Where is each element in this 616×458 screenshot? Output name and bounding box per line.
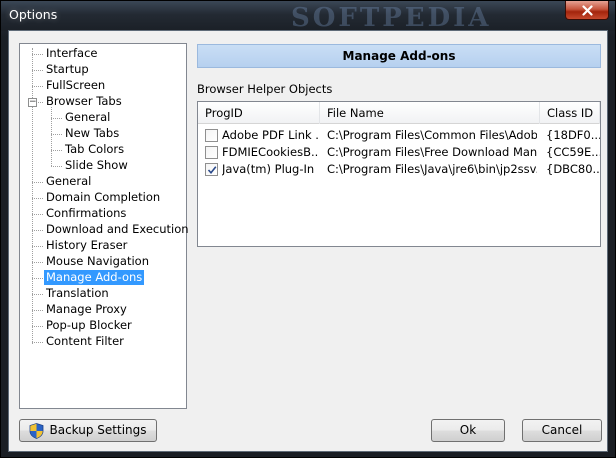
dialog-client-area: Interface Startup FullScreen Browser Tabs Ge… bbox=[8, 30, 608, 452]
tree-item-download-and-execution[interactable]: Download and Execution bbox=[44, 222, 191, 237]
close-button[interactable] bbox=[565, 1, 609, 20]
tree-item-startup[interactable]: Startup bbox=[44, 62, 91, 77]
cell-progid: Adobe PDF Link ... bbox=[222, 128, 318, 142]
cell-classid: {DBC80... bbox=[546, 162, 600, 176]
column-header-classid[interactable]: Class ID bbox=[540, 102, 600, 124]
tree-item-content-filter[interactable]: Content Filter bbox=[44, 334, 126, 349]
cell-classid: {18DF0... bbox=[546, 128, 600, 142]
tree-connector bbox=[32, 278, 43, 279]
tree-item-fullscreen[interactable]: FullScreen bbox=[44, 78, 107, 93]
tree-connector bbox=[51, 134, 62, 135]
tree-item-history-eraser[interactable]: History Eraser bbox=[44, 238, 129, 253]
tree-item-confirmations[interactable]: Confirmations bbox=[44, 206, 128, 221]
cell-progid: Java(tm) Plug-In ... bbox=[222, 162, 318, 176]
cell-file: C:\Program Files\Free Download Mana... bbox=[327, 145, 537, 159]
tree-connector bbox=[32, 198, 43, 199]
panel-header: Manage Add-ons bbox=[197, 44, 601, 68]
enable-checkbox[interactable] bbox=[205, 129, 218, 142]
table-row[interactable]: Java(tm) Plug-In ... C:\Program Files\Jav… bbox=[198, 161, 600, 178]
tree-item-pop-up-blocker[interactable]: Pop-up Blocker bbox=[44, 318, 134, 333]
tree-item-domain-completion[interactable]: Domain Completion bbox=[44, 190, 162, 205]
listview-header: ProgID File Name Class ID bbox=[198, 102, 600, 124]
column-header-filename[interactable]: File Name bbox=[320, 102, 540, 124]
bho-group-label: Browser Helper Objects bbox=[197, 82, 333, 96]
tree-item-general[interactable]: General bbox=[44, 174, 93, 189]
cell-file: C:\Program Files\Java\jre6\bin\jp2ssv.dl… bbox=[327, 162, 537, 176]
title-bar[interactable]: Options SOFTPEDIA bbox=[1, 1, 615, 33]
column-header-progid[interactable]: ProgID bbox=[198, 102, 320, 124]
backup-settings-label: Backup Settings bbox=[49, 423, 147, 437]
tree-item-new-tabs[interactable]: New Tabs bbox=[63, 126, 121, 141]
table-row[interactable]: Adobe PDF Link ... C:\Program Files\Commo… bbox=[198, 127, 600, 144]
tree-item-manage-add-ons[interactable]: Manage Add-ons bbox=[44, 270, 145, 285]
bho-listview[interactable]: ProgID File Name Class ID Adobe PDF Link… bbox=[197, 101, 601, 247]
tree-branch-line bbox=[51, 107, 52, 166]
tree-connector bbox=[32, 262, 43, 263]
tree-connector bbox=[32, 86, 43, 87]
tree-connector bbox=[51, 166, 62, 167]
tree-connector bbox=[32, 214, 43, 215]
tree-connector bbox=[32, 246, 43, 247]
tree-item-mouse-navigation[interactable]: Mouse Navigation bbox=[44, 254, 151, 269]
tree-item-slide-show[interactable]: Slide Show bbox=[63, 158, 130, 173]
tree-item-tab-colors[interactable]: Tab Colors bbox=[63, 142, 126, 157]
tree-trunk-line bbox=[32, 48, 33, 344]
tree-connector bbox=[32, 342, 43, 343]
tree-connector bbox=[51, 150, 62, 151]
tree-item-interface[interactable]: Interface bbox=[44, 46, 100, 61]
collapse-icon[interactable]: − bbox=[28, 98, 37, 107]
tree-item-general[interactable]: General bbox=[63, 110, 112, 125]
tree-connector bbox=[32, 326, 43, 327]
table-row[interactable]: FDMIECookiesB... C:\Program Files\Free Do… bbox=[198, 144, 600, 161]
backup-settings-button[interactable]: Backup Settings bbox=[19, 419, 157, 442]
cell-progid: FDMIECookiesB... bbox=[222, 145, 318, 159]
tree-connector bbox=[32, 230, 43, 231]
tree-item-browser-tabs[interactable]: Browser Tabs bbox=[44, 94, 124, 109]
options-window: Options SOFTPEDIA Interface Startup FullSc… bbox=[0, 0, 616, 458]
tree-connector bbox=[32, 310, 43, 311]
window-title: Options bbox=[9, 7, 58, 22]
cell-classid: {CC59E... bbox=[546, 145, 600, 159]
tree-connector bbox=[32, 182, 43, 183]
tree-connector bbox=[32, 54, 43, 55]
enable-checkbox[interactable] bbox=[205, 163, 218, 176]
tree-connector bbox=[51, 118, 62, 119]
close-icon bbox=[581, 4, 593, 16]
ok-button[interactable]: Ok bbox=[431, 419, 505, 442]
tree-connector bbox=[32, 70, 43, 71]
cancel-button[interactable]: Cancel bbox=[522, 419, 602, 442]
tree-connector bbox=[32, 294, 43, 295]
softpedia-watermark: SOFTPEDIA bbox=[291, 3, 492, 33]
enable-checkbox[interactable] bbox=[205, 146, 218, 159]
options-category-tree[interactable]: Interface Startup FullScreen Browser Tabs Ge… bbox=[19, 43, 189, 409]
cell-file: C:\Program Files\Common Files\Adobe... bbox=[327, 128, 537, 142]
shield-icon bbox=[29, 423, 44, 439]
tree-item-manage-proxy[interactable]: Manage Proxy bbox=[44, 302, 129, 317]
checkmark-icon bbox=[207, 166, 217, 175]
tree-item-translation[interactable]: Translation bbox=[44, 286, 111, 301]
